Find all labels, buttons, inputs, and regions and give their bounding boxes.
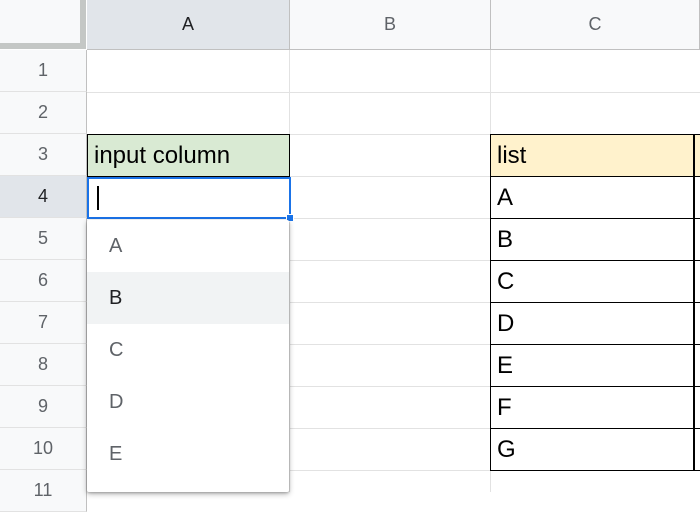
active-cell-a4-editor[interactable] bbox=[87, 177, 291, 219]
row-header-6[interactable]: 6 bbox=[0, 260, 87, 302]
freeze-row-handle[interactable] bbox=[0, 43, 86, 49]
cell-a3-input-column-header[interactable]: input column bbox=[87, 134, 290, 177]
cell-c5[interactable]: B bbox=[490, 219, 700, 261]
row-header-7[interactable]: 7 bbox=[0, 302, 87, 344]
list-border-right bbox=[693, 134, 695, 471]
column-header-b[interactable]: B bbox=[290, 0, 491, 50]
row-header-11[interactable]: 11 bbox=[0, 470, 87, 512]
dropdown-option-b[interactable]: B bbox=[87, 272, 289, 324]
dropdown-option-c[interactable]: C bbox=[87, 324, 289, 376]
select-all-corner[interactable] bbox=[0, 0, 86, 49]
column-header-a[interactable]: A bbox=[87, 0, 290, 50]
spreadsheet-grid: A B C 1 2 3 4 5 6 7 8 9 10 11 input colu… bbox=[0, 0, 700, 512]
cell-c6[interactable]: C bbox=[490, 261, 700, 303]
row-header-2[interactable]: 2 bbox=[0, 92, 87, 134]
row-header-1[interactable]: 1 bbox=[0, 50, 87, 92]
column-header-c[interactable]: C bbox=[491, 0, 700, 50]
freeze-column-handle[interactable] bbox=[80, 0, 86, 49]
cell-c9[interactable]: F bbox=[490, 387, 700, 429]
cell-c8[interactable]: E bbox=[490, 345, 700, 387]
row-header-4[interactable]: 4 bbox=[0, 176, 87, 218]
dropdown-option-a[interactable]: A bbox=[87, 220, 289, 272]
cell-c4[interactable]: A bbox=[490, 177, 700, 219]
dropdown-option-d[interactable]: D bbox=[87, 376, 289, 428]
gridline bbox=[289, 50, 290, 492]
dropdown-option-e[interactable]: E bbox=[87, 428, 289, 480]
cell-c10[interactable]: G bbox=[490, 429, 700, 471]
autocomplete-dropdown: A B C D E bbox=[87, 220, 289, 492]
gridline bbox=[87, 92, 700, 93]
row-header-8[interactable]: 8 bbox=[0, 344, 87, 386]
cell-c3-list-header[interactable]: list bbox=[490, 134, 700, 177]
row-header-9[interactable]: 9 bbox=[0, 386, 87, 428]
row-header-5[interactable]: 5 bbox=[0, 218, 87, 260]
row-header-3[interactable]: 3 bbox=[0, 134, 87, 176]
cell-c7[interactable]: D bbox=[490, 303, 700, 345]
text-caret bbox=[97, 186, 99, 210]
row-header-10[interactable]: 10 bbox=[0, 428, 87, 470]
